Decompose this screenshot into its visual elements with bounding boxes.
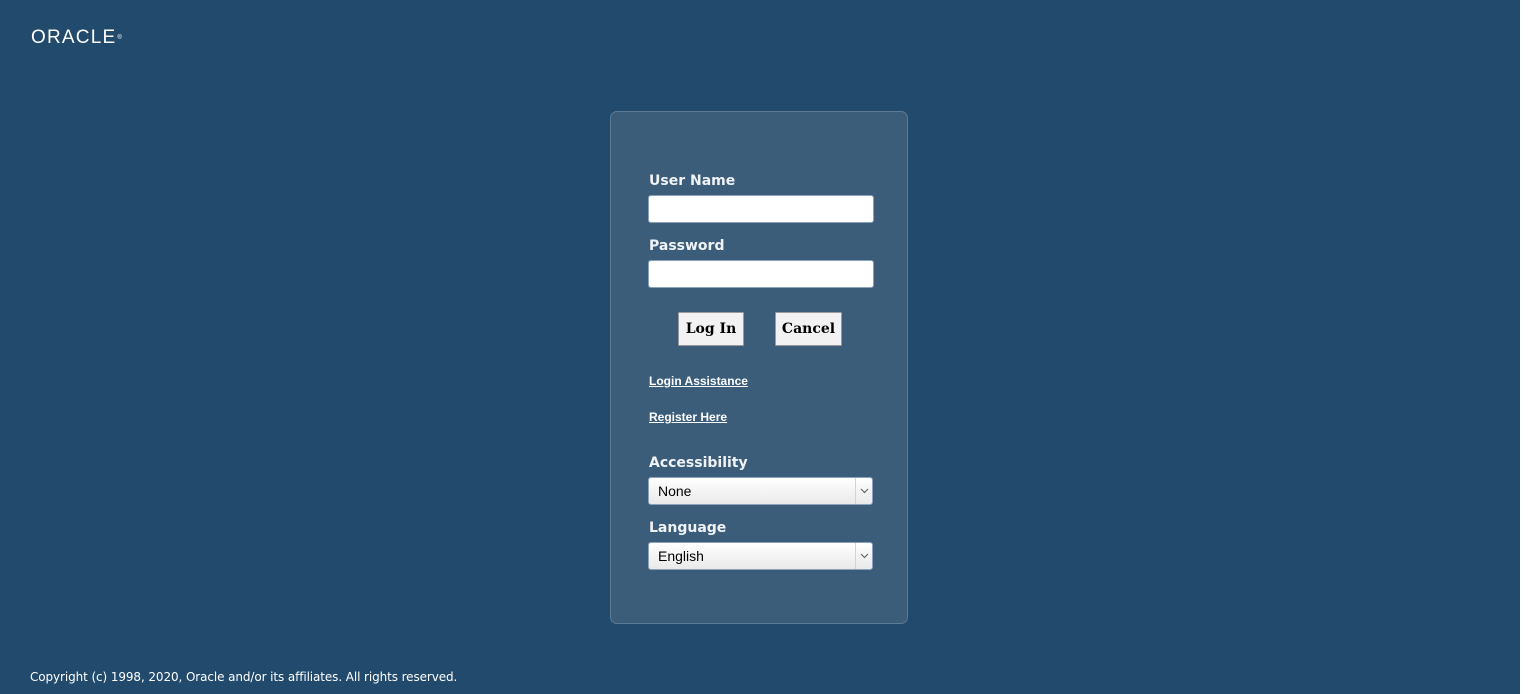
window-edge: [1520, 0, 1536, 694]
login-button[interactable]: Log In: [678, 312, 744, 346]
password-label: Password: [649, 238, 725, 254]
language-select[interactable]: English: [648, 542, 873, 570]
login-panel: User Name Password Log In Cancel Login A…: [610, 111, 908, 624]
accessibility-select[interactable]: None: [648, 477, 873, 505]
logo-text: ORACLE: [31, 27, 117, 48]
register-here-link[interactable]: Register Here: [649, 410, 727, 424]
copyright-text: Copyright (c) 1998, 2020, Oracle and/or …: [30, 670, 458, 684]
login-assistance-link[interactable]: Login Assistance: [649, 374, 748, 388]
chevron-down-icon: [855, 478, 872, 504]
password-input[interactable]: [648, 260, 874, 288]
language-selected-value: English: [658, 548, 704, 564]
username-label: User Name: [649, 173, 736, 189]
cancel-button[interactable]: Cancel: [775, 312, 842, 346]
oracle-logo: ORACLE®: [31, 28, 122, 48]
language-label: Language: [649, 520, 727, 536]
chevron-down-icon: [855, 543, 872, 569]
accessibility-selected-value: None: [658, 483, 692, 499]
registered-mark: ®: [117, 35, 122, 41]
username-input[interactable]: [648, 195, 874, 223]
accessibility-label: Accessibility: [649, 455, 748, 471]
